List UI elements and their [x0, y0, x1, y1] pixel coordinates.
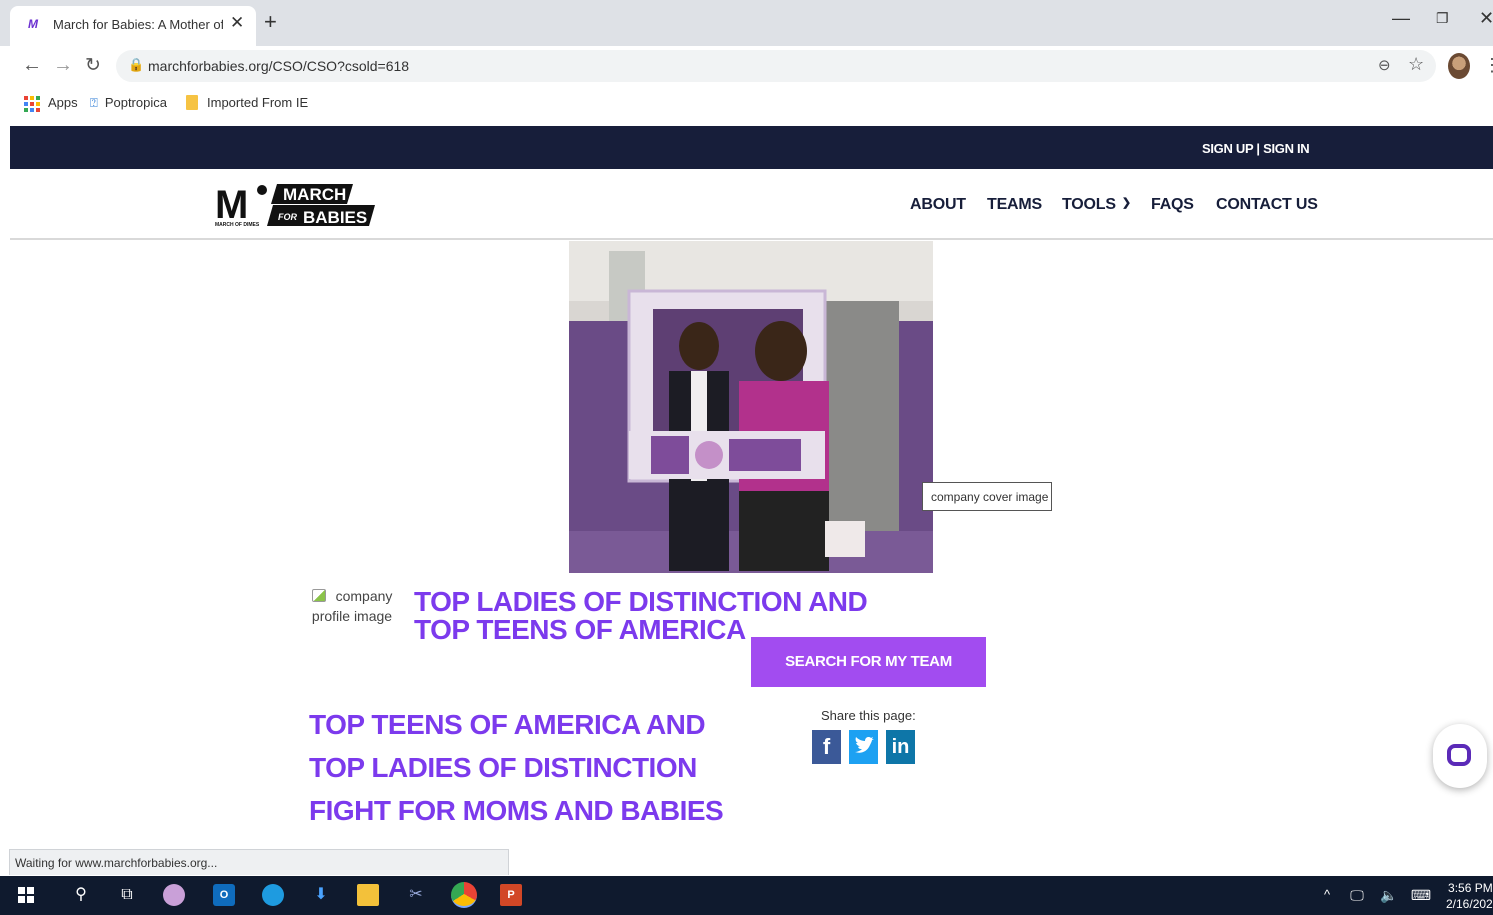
windows-start-icon[interactable] — [15, 884, 37, 906]
linkedin-icon[interactable]: in — [886, 730, 915, 764]
logo-subtext: MARCH OF DIMES — [215, 222, 260, 228]
browser-tab[interactable]: M March for Babies: A Mother of A ✕ — [10, 6, 256, 46]
clock-time: 3:56 PM — [1448, 881, 1493, 895]
search-icon[interactable]: ⚲ — [70, 884, 92, 906]
tab-close-icon[interactable]: ✕ — [230, 13, 244, 33]
twitter-bird-icon — [855, 737, 874, 753]
windows-taskbar: ⚲ ⧉ O ⬇ ✂ P ^ 🖵 🔈 ⌨ 3:56 PM 2/16/202 — [0, 876, 1493, 915]
logo-line1: MARCH — [283, 185, 346, 204]
back-arrow-icon[interactable]: ← — [22, 54, 42, 77]
page-headline: TOP TEENS OF AMERICA AND TOP LADIES OF D… — [309, 709, 724, 826]
march-for-babies-favicon-icon: M — [28, 17, 38, 31]
bookmark-poptropica[interactable]: ⍰ Poptropica — [90, 95, 167, 111]
broken-image-icon — [311, 589, 326, 602]
window-close-icon[interactable]: ✕ — [1479, 8, 1493, 29]
bookmarks-bar: Apps ⍰ Poptropica Imported From IE — [0, 86, 1493, 120]
url-text[interactable]: marchforbabies.org/CSO/CSO?csold=618 — [148, 58, 409, 74]
sign-up-sign-in-link[interactable]: SIGN UP | SIGN IN — [1202, 141, 1310, 156]
team-title: TOP LADIES OF DISTINCTION AND TOP TEENS … — [414, 586, 868, 645]
reload-icon[interactable]: ↻ — [85, 54, 101, 77]
browser-menu-icon[interactable]: ⋮ — [1483, 55, 1493, 76]
bookmark-label: Poptropica — [104, 95, 167, 110]
company-cover-image — [569, 241, 933, 573]
tray-chevron-up-icon[interactable]: ^ — [1316, 884, 1338, 906]
nav-tools-label: TOOLS — [1062, 196, 1116, 213]
logo-line2: BABIES — [303, 208, 367, 227]
march-for-babies-logo[interactable]: M MARCH FOR BABIES MARCH OF DIMES — [215, 182, 375, 228]
new-tab-icon[interactable]: + — [264, 9, 277, 35]
edge-icon[interactable] — [262, 884, 284, 906]
nav-tools[interactable]: TOOLS ❯ — [1062, 196, 1131, 214]
bookmark-imported-from-ie[interactable]: Imported From IE — [186, 95, 308, 110]
logo-for: FOR — [278, 212, 297, 222]
forward-arrow-icon[interactable]: → — [53, 54, 73, 77]
store-icon[interactable]: ⬇ — [310, 884, 332, 906]
lock-icon[interactable]: 🔒 — [128, 57, 144, 73]
zoom-icon[interactable]: ⊖ — [1378, 56, 1391, 74]
profile-avatar[interactable] — [1448, 53, 1470, 79]
task-view-icon[interactable]: ⧉ — [116, 884, 138, 906]
chat-widget-button[interactable] — [1433, 724, 1487, 788]
twitter-icon[interactable] — [849, 730, 878, 764]
bookmark-apps[interactable]: Apps — [24, 95, 78, 112]
cover-image-tooltip: company cover image — [922, 482, 1052, 511]
tab-title: March for Babies: A Mother of A — [53, 17, 223, 32]
bookmark-label: Apps — [48, 95, 78, 110]
chrome-icon[interactable] — [451, 882, 477, 908]
tray-clock[interactable]: 3:56 PM 2/16/202 — [1446, 880, 1493, 912]
app-avatar-icon[interactable] — [163, 884, 185, 906]
snipping-tool-icon[interactable]: ✂ — [405, 884, 427, 906]
site-top-bar: SIGN UP | SIGN IN — [10, 126, 1493, 169]
volume-icon[interactable]: 🔈 — [1378, 884, 1400, 906]
nav-teams[interactable]: TEAMS — [987, 196, 1042, 214]
clock-date: 2/16/202 — [1446, 897, 1493, 911]
site-header: M MARCH FOR BABIES MARCH OF DIMES ABOUT … — [10, 169, 1493, 240]
keyboard-icon[interactable]: ⌨ — [1410, 884, 1432, 906]
window-restore-icon[interactable]: ❐ — [1436, 10, 1449, 27]
nav-about[interactable]: ABOUT — [910, 196, 966, 214]
network-icon[interactable]: 🖵 — [1346, 884, 1368, 906]
outlook-icon[interactable]: O — [213, 884, 235, 906]
window-minimize-icon[interactable]: — — [1392, 8, 1410, 29]
logo-mark: M — [215, 183, 248, 227]
powerpoint-icon[interactable]: P — [500, 884, 522, 906]
browser-tab-strip: M March for Babies: A Mother of A ✕ + — … — [0, 0, 1493, 46]
bookmark-star-icon[interactable]: ☆ — [1408, 54, 1424, 75]
chevron-down-icon: ❯ — [1121, 197, 1131, 209]
bookmark-label: Imported From IE — [207, 95, 309, 110]
search-for-my-team-button[interactable]: SEARCH FOR MY TEAM — [751, 637, 986, 687]
file-explorer-icon[interactable] — [357, 884, 379, 906]
nav-faqs[interactable]: FAQS — [1151, 196, 1194, 214]
company-profile-image: company profile image — [302, 586, 402, 626]
apps-grid-icon — [24, 95, 40, 112]
nav-contact-us[interactable]: CONTACT US — [1216, 196, 1318, 214]
folder-icon — [186, 95, 198, 110]
address-bar[interactable]: 🔒 marchforbabies.org/CSO/CSO?csold=618 ⊖… — [116, 50, 1436, 82]
browser-toolbar: ← → ↻ 🔒 marchforbabies.org/CSO/CSO?csold… — [0, 46, 1493, 86]
share-label: Share this page: — [821, 708, 916, 723]
poptropica-icon: ⍰ — [90, 95, 98, 110]
browser-status-bar: Waiting for www.marchforbabies.org... — [9, 849, 509, 875]
chat-bubble-icon — [1447, 744, 1471, 766]
facebook-icon[interactable]: f — [812, 730, 841, 764]
